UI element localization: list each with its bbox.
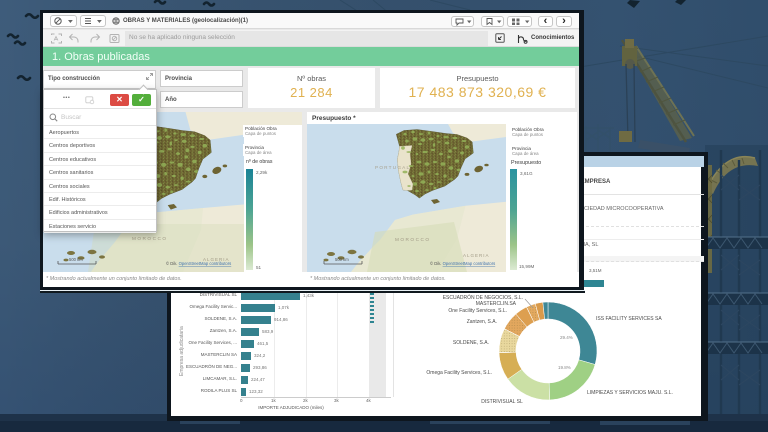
svg-text:MOROCCO: MOROCCO [395, 237, 431, 242]
svg-text:MOROCCO: MOROCCO [132, 236, 168, 241]
svg-text:PORTUGAL: PORTUGAL [375, 165, 410, 170]
svg-text:500 km: 500 km [69, 257, 83, 262]
svg-text:© Dik. OpenStreetMap contribut: © Dik. OpenStreetMap contributors [430, 261, 495, 266]
svg-text:500 km: 500 km [335, 257, 349, 262]
svg-text:ALGERIA: ALGERIA [463, 253, 490, 258]
svg-text:© Dik. OpenStreetMap contribut: © Dik. OpenStreetMap contributors [166, 261, 231, 266]
